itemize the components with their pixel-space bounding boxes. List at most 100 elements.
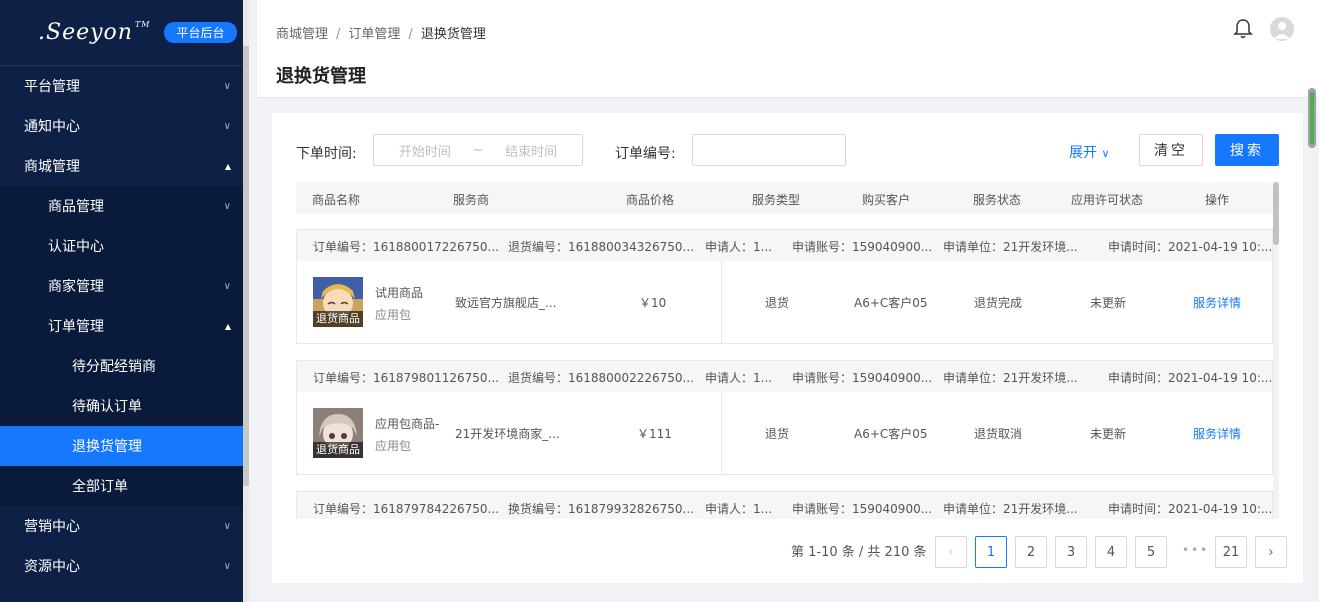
- service-number: 换货编号：161879932826750...: [508, 502, 694, 516]
- user-avatar-icon[interactable]: [1270, 17, 1294, 41]
- sidebar-item-11[interactable]: 营销中心 ∨: [0, 506, 249, 546]
- order-number: 订单编号：161879784226750...: [313, 502, 499, 516]
- sidebar-item-3[interactable]: 商品管理 ∨: [0, 186, 249, 226]
- product-type: 应用包: [375, 308, 412, 322]
- col-price: 商品价格: [626, 193, 675, 207]
- service-type: 退货: [765, 296, 790, 310]
- chevron-down-icon: ∨: [223, 520, 231, 532]
- date-range-picker[interactable]: 开始时间 ~ 结束时间: [373, 134, 583, 166]
- apply-time: 申请时间：2021-04-19 10:...: [1108, 371, 1273, 385]
- page-title: 退换货管理: [276, 66, 366, 87]
- header: 商城管理 / 订单管理 / 退换货管理 退换货管理: [257, 0, 1319, 98]
- logo-bar: .Seeyon TM 平台后台: [0, 0, 249, 66]
- breadcrumb-item-orders[interactable]: 订单管理: [348, 27, 400, 42]
- page-5-button[interactable]: 5: [1135, 536, 1167, 568]
- page-last-button[interactable]: 21: [1215, 536, 1247, 568]
- page-3-button[interactable]: 3: [1055, 536, 1087, 568]
- order-group: 订单编号：161879801126750... 退货编号：16188000222…: [296, 360, 1273, 475]
- service-detail-link[interactable]: 服务详情: [1193, 425, 1241, 442]
- return-tag: 退货商品: [313, 442, 363, 458]
- chevron-down-icon: ∨: [223, 560, 231, 572]
- breadcrumb-item-current: 退换货管理: [420, 27, 486, 42]
- sidebar-item-label: 商品管理: [48, 199, 104, 215]
- page-1-button[interactable]: 1: [975, 536, 1007, 568]
- logo: .Seeyon TM: [38, 20, 151, 45]
- page-scroll-thumb[interactable]: [1310, 92, 1314, 144]
- service-number: 退货编号：161880034326750...: [508, 240, 694, 254]
- order-no-label: 订单编号:: [615, 146, 676, 162]
- bell-icon[interactable]: [1233, 18, 1253, 40]
- sidebar-item-label: 待确认订单: [72, 399, 142, 415]
- product-thumbnail[interactable]: 退货商品: [313, 277, 363, 327]
- range-separator: ~: [472, 142, 484, 158]
- price: ￥111: [637, 427, 672, 441]
- sidebar-item-7[interactable]: 待分配经销商: [0, 346, 249, 386]
- chevron-down-icon: ∨: [223, 120, 231, 132]
- chevron-up-icon: ▲: [224, 161, 231, 171]
- order-group: 订单编号：161880017226750... 退货编号：16188003432…: [296, 229, 1273, 344]
- product-name: 应用包商品-: [375, 417, 440, 431]
- sidebar-item-12[interactable]: 资源中心 ∨: [0, 546, 249, 586]
- applicant-unit: 申请单位：21开发环境...: [943, 371, 1078, 385]
- customer: A6+C客户05: [854, 427, 928, 441]
- applicant-account: 申请账号：159040900...: [792, 371, 933, 385]
- sidebar: .Seeyon TM 平台后台 平台管理 ∨ 通知中心 ∨ 商城管理 ▲ 商品管理 ∨ 认证中心商…: [0, 0, 249, 602]
- order-number: 订单编号：161879801126750...: [313, 371, 499, 385]
- order-no-input[interactable]: [692, 134, 846, 166]
- table-row: 退货商品 试用商品 应用包 致远官方旗舰店_... ￥10 退货 A6+C客户0…: [297, 261, 1272, 343]
- sidebar-item-1[interactable]: 通知中心 ∨: [0, 106, 249, 146]
- sidebar-item-5[interactable]: 商家管理 ∨: [0, 266, 249, 306]
- col-service-type: 服务类型: [752, 193, 801, 207]
- page-2-button[interactable]: 2: [1015, 536, 1047, 568]
- col-product-name: 商品名称: [312, 193, 361, 207]
- product-thumbnail[interactable]: 退货商品: [313, 408, 363, 458]
- sidebar-item-4[interactable]: 认证中心: [0, 226, 249, 266]
- chevron-right-icon: ›: [1268, 544, 1274, 560]
- sidebar-item-10[interactable]: 全部订单: [0, 466, 249, 506]
- table-scroll-thumb[interactable]: [1273, 182, 1279, 245]
- table-header: 商品名称 服务商 商品价格 服务类型 购买客户 服务状态 应用许可状态 操作: [296, 182, 1273, 214]
- col-license-status: 应用许可状态: [1071, 193, 1144, 207]
- applicant-unit: 申请单位：21开发环境...: [943, 502, 1078, 516]
- service-number: 退货编号：161880002226750...: [508, 371, 694, 385]
- content-card: 下单时间: 开始时间 ~ 结束时间 订单编号: 展开 ∨ 清空 搜索 商品名称 …: [272, 113, 1303, 583]
- platform-badge: 平台后台: [164, 22, 237, 43]
- service-type: 退货: [765, 427, 790, 441]
- chevron-left-icon: ‹: [948, 544, 954, 560]
- sidebar-item-8[interactable]: 待确认订单: [0, 386, 249, 426]
- sidebar-item-label: 商城管理: [24, 159, 80, 175]
- clear-button[interactable]: 清空: [1139, 134, 1203, 166]
- service-status: 退货取消: [974, 427, 1023, 441]
- col-provider: 服务商: [453, 193, 490, 207]
- breadcrumb-item-mall[interactable]: 商城管理: [276, 27, 328, 42]
- table-scrollbar[interactable]: [1273, 182, 1279, 519]
- provider: 21开发环境商家_...: [455, 427, 560, 441]
- col-service-status: 服务状态: [973, 193, 1022, 207]
- applicant: 申请人：1...: [705, 502, 773, 516]
- return-tag: 退货商品: [313, 311, 363, 327]
- page-scrollbar[interactable]: [1308, 88, 1316, 148]
- sidebar-item-6[interactable]: 订单管理 ▲: [0, 306, 249, 346]
- search-button[interactable]: 搜索: [1215, 134, 1279, 166]
- applicant-unit: 申请单位：21开发环境...: [943, 240, 1078, 254]
- sidebar-scrollbar[interactable]: [243, 0, 249, 602]
- pagination-ellipsis[interactable]: •••: [1182, 543, 1209, 557]
- column-divider: [721, 392, 722, 474]
- page-4-button[interactable]: 4: [1095, 536, 1127, 568]
- col-customer: 购买客户: [862, 193, 911, 207]
- sidebar-item-9[interactable]: 退换货管理: [0, 426, 249, 466]
- sidebar-item-label: 商家管理: [48, 279, 104, 295]
- customer: A6+C客户05: [854, 296, 928, 310]
- breadcrumb-separator: /: [336, 27, 341, 42]
- prev-page-button[interactable]: ‹: [935, 536, 967, 568]
- table-row: 退货商品 应用包商品- 应用包 21开发环境商家_... ￥111 退货 A6+…: [297, 392, 1272, 474]
- sidebar-item-0[interactable]: 平台管理 ∨: [0, 66, 249, 106]
- sidebar-item-label: 通知中心: [24, 119, 80, 135]
- next-page-button[interactable]: ›: [1255, 536, 1287, 568]
- sidebar-item-label: 资源中心: [24, 559, 80, 575]
- sidebar-item-2[interactable]: 商城管理 ▲: [0, 146, 249, 186]
- sidebar-scroll-thumb[interactable]: [243, 46, 249, 486]
- expand-filters-link[interactable]: 展开 ∨: [1069, 142, 1110, 162]
- service-detail-link[interactable]: 服务详情: [1193, 294, 1241, 311]
- chevron-down-icon: ∨: [223, 80, 231, 92]
